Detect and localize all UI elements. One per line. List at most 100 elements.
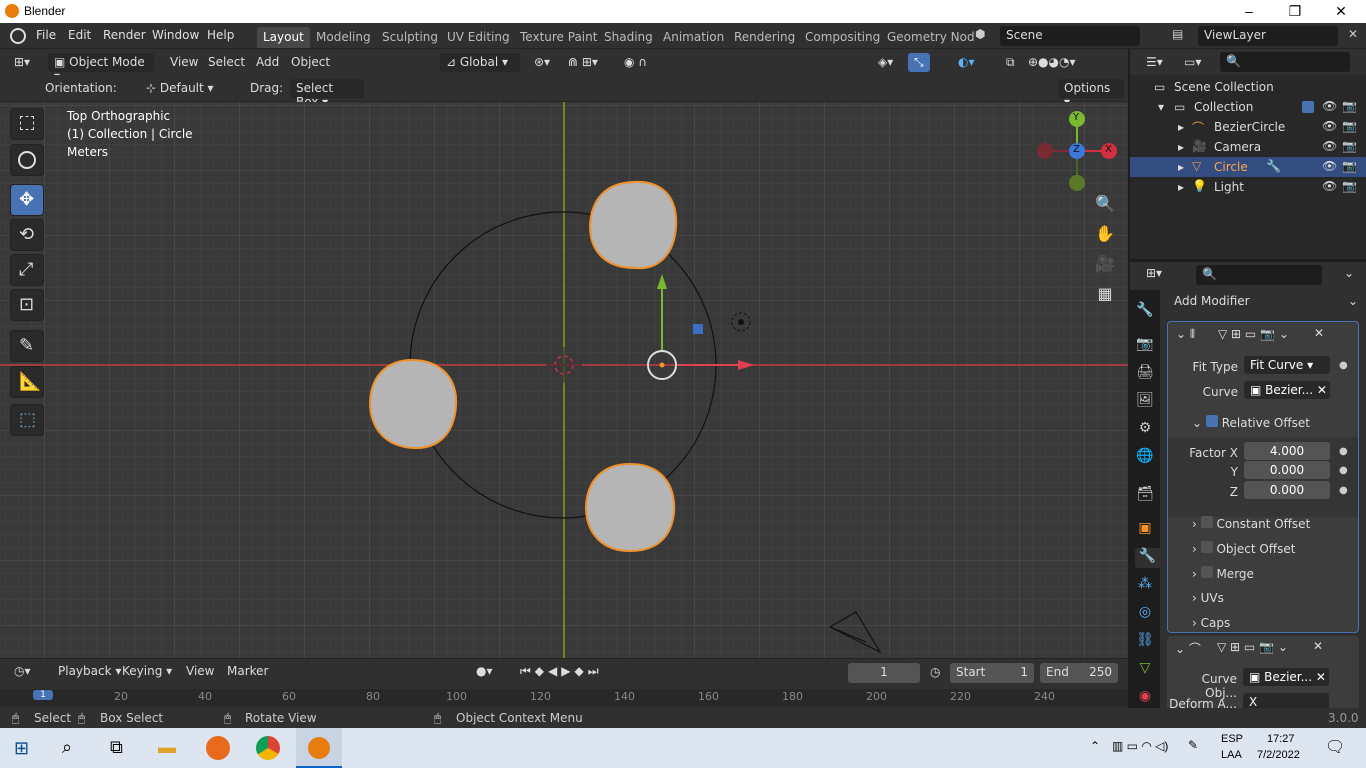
collapse-icon[interactable]: ⌄ ⌒ (1175, 640, 1201, 657)
tab-texture-paint[interactable]: Texture Paint (514, 27, 603, 48)
eye-icon[interactable]: 👁 (1322, 99, 1337, 113)
measure-tool[interactable]: 📐 (10, 366, 44, 398)
remove-modifier-icon[interactable]: ✕ (1313, 639, 1323, 653)
collection-checkbox[interactable] (1302, 101, 1314, 113)
outliner-item-camera[interactable]: ▸ 🎥 Camera 👁 📷 (1130, 137, 1366, 157)
navigation-gizmo[interactable] (1030, 110, 1120, 200)
view-layer-field[interactable]: ViewLayer (1198, 26, 1338, 46)
eye-icon[interactable]: 👁 (1322, 159, 1337, 173)
timeline-editor-icon[interactable]: ◷▾ (8, 662, 37, 681)
constant-offset-checkbox[interactable] (1200, 516, 1213, 528)
menu-select[interactable]: Select (202, 53, 251, 72)
uvs-header[interactable]: › UVs (1192, 591, 1224, 605)
ortho-grid-icon[interactable]: ▦ (1093, 284, 1117, 308)
task-view-icon[interactable]: ⧉ (110, 737, 123, 758)
orientation-dropdown[interactable]: ⊹ Default ▾ (140, 79, 240, 98)
tab-sculpting[interactable]: Sculpting (376, 27, 444, 48)
render-camera-icon[interactable]: 📷 (1342, 179, 1357, 193)
windows-start-icon[interactable]: ⊞ (14, 738, 29, 759)
merge-checkbox[interactable] (1200, 566, 1213, 578)
mode-dropdown[interactable]: ▣ Object Mode ▾ (48, 53, 154, 83)
proportional-edit-icon[interactable]: ◉ ∩ (618, 53, 653, 72)
remove-modifier-icon[interactable]: ✕ (1314, 326, 1324, 340)
data-tab-icon[interactable]: ▽ (1135, 660, 1155, 680)
editor-type-icon[interactable]: ⊞▾ (8, 53, 36, 72)
playback-controls[interactable]: ⏮◆◀▶◆⏭ (514, 662, 609, 681)
outliner-search[interactable]: 🔍 (1220, 52, 1350, 72)
annotate-tool[interactable]: ✎ (10, 330, 44, 362)
drag-dropdown[interactable]: Select Box ▾ (290, 79, 364, 109)
zoom-icon[interactable]: 🔍 (1093, 194, 1117, 218)
tab-modeling[interactable]: Modeling (310, 27, 377, 48)
clock-icon[interactable]: ◷ (930, 665, 940, 679)
add-modifier-dropdown[interactable]: Add Modifier (1174, 294, 1250, 308)
tab-rendering[interactable]: Rendering (728, 27, 801, 48)
outliner-editor-icon[interactable]: ☰▾ (1140, 53, 1169, 72)
factor-x-field[interactable]: 4.000 (1244, 442, 1330, 460)
properties-search[interactable]: 🔍 (1196, 265, 1322, 285)
modifier-wrench-icon[interactable]: 🔧 (1266, 159, 1281, 173)
render-camera-icon[interactable]: 📷 (1342, 99, 1357, 113)
tray-chevron-icon[interactable]: ⌃ (1090, 739, 1100, 753)
keyframe-dot[interactable]: ● (1339, 465, 1348, 476)
outliner-item-beziercircle[interactable]: ▸ ⌒ BezierCircle 👁 📷 (1130, 117, 1366, 137)
add-cube-tool[interactable]: ⬚ (10, 404, 44, 436)
deform-axis-dropdown[interactable]: X (1243, 693, 1329, 708)
firefox-icon[interactable] (206, 736, 230, 760)
menu-edit[interactable]: Edit (68, 28, 91, 42)
file-explorer-icon[interactable]: ▬ (158, 737, 176, 758)
tab-layout[interactable]: Layout (257, 27, 310, 48)
tray-icons[interactable]: ▥ ▭ ◠ ◁) (1112, 739, 1168, 753)
search-icon[interactable]: ⌕ (62, 737, 72, 758)
tab-uv-editing[interactable]: UV Editing (441, 27, 516, 48)
menu-add[interactable]: Add (250, 53, 285, 72)
clock-date[interactable]: 7/2/2022 (1257, 749, 1300, 761)
end-frame-field[interactable]: End 250 (1040, 663, 1118, 683)
keyboard-layout-label[interactable]: LAA (1221, 749, 1242, 761)
notifications-icon[interactable]: 🗨 (1325, 737, 1345, 757)
outliner-scene-collection[interactable]: ▭ Scene Collection (1130, 77, 1366, 97)
xray-icon[interactable]: ⧉ (1000, 53, 1021, 72)
cursor-tool[interactable] (10, 144, 44, 176)
move-tool[interactable]: ✥ (10, 184, 44, 216)
expand-icon[interactable]: ▸ (1178, 120, 1184, 134)
modifier-tab-icon[interactable]: 🔧 (1135, 548, 1160, 568)
outliner-item-circle[interactable]: ▸ ▽ Circle 🔧 👁 📷 (1130, 157, 1366, 177)
render-tab-icon[interactable]: 📷 (1135, 336, 1155, 356)
pen-icon[interactable]: ✎ (1188, 738, 1198, 752)
options-dropdown[interactable]: Options ▾ (1058, 79, 1124, 109)
curve-object-field[interactable]: ▣ Bezier... ✕ (1243, 668, 1329, 686)
relative-offset-checkbox[interactable] (1205, 415, 1218, 427)
outliner-collection[interactable]: ▾ ▭ Collection 👁 📷 (1130, 97, 1366, 117)
merge-header[interactable]: › Merge (1192, 566, 1254, 581)
expand-icon[interactable]: ▸ (1178, 180, 1184, 194)
start-frame-field[interactable]: Start 1 (950, 663, 1034, 683)
tool-tab-icon[interactable]: 🔧 (1135, 302, 1155, 322)
collection-tab-icon[interactable]: 🗃 (1135, 486, 1155, 506)
record-icon[interactable]: ●▾ (470, 662, 499, 681)
pan-hand-icon[interactable]: ✋ (1093, 224, 1117, 248)
expand-icon[interactable]: ▸ (1178, 160, 1184, 174)
object-tab-icon[interactable]: ▣ (1135, 520, 1155, 540)
snap-icon[interactable]: ⋒ ⊞▾ (562, 53, 604, 72)
keyframe-dot[interactable]: ● (1339, 446, 1348, 457)
transform-orientation-dropdown[interactable]: ⊿ Global ▾ (440, 53, 520, 72)
overlays-icon[interactable]: ◐▾ (952, 53, 981, 72)
expand-icon[interactable]: ▾ (1158, 100, 1164, 114)
display-mode-icon[interactable]: ▭▾ (1178, 53, 1207, 72)
material-tab-icon[interactable]: ◉ (1135, 688, 1155, 708)
factor-z-field[interactable]: 0.000 (1244, 481, 1330, 499)
expand-icon[interactable]: ▸ (1178, 140, 1184, 154)
object-offset-checkbox[interactable] (1200, 541, 1213, 553)
menu-file[interactable]: File (36, 28, 56, 42)
scene-tab-icon[interactable]: ⚙ (1135, 420, 1155, 440)
scene-icon[interactable]: ⬢ (975, 27, 985, 41)
world-tab-icon[interactable]: 🌐 (1135, 448, 1155, 468)
gizmo-toggle-icon[interactable]: ⤡ (908, 53, 930, 72)
menu-timeline-view[interactable]: View (180, 662, 220, 681)
particles-tab-icon[interactable]: ⁂ (1135, 576, 1155, 596)
constraints-tab-icon[interactable]: ⛓ (1135, 632, 1155, 652)
scale-tool[interactable]: ⤢ (10, 254, 44, 286)
rotate-tool[interactable]: ⟲ (10, 219, 44, 251)
outliner-item-light[interactable]: ▸ 💡 Light 👁 📷 (1130, 177, 1366, 197)
